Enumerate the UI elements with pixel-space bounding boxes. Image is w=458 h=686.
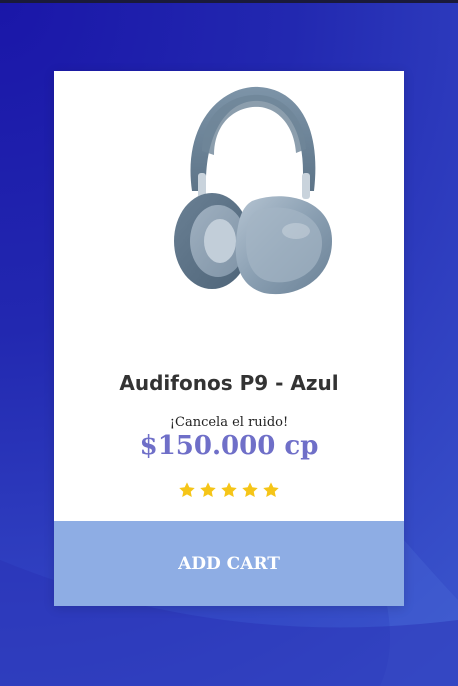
- product-title: Audifonos P9 - Azul: [119, 371, 339, 395]
- rating-stars: [54, 481, 404, 499]
- headphones-image: [174, 86, 332, 295]
- star-icon: [200, 482, 216, 498]
- product-tagline: ¡Cancela el ruido!: [169, 415, 289, 430]
- star-icon: [221, 482, 237, 498]
- star-icon: [179, 482, 195, 498]
- top-bar: [0, 0, 458, 3]
- add-cart-button[interactable]: ADD CART: [54, 521, 404, 606]
- star-icon: [242, 482, 258, 498]
- star-icon: [263, 482, 279, 498]
- product-card: Audifonos P9 - Azul ¡Cancela el ruido! $…: [54, 71, 404, 606]
- product-price: $150.000 cp: [139, 431, 319, 461]
